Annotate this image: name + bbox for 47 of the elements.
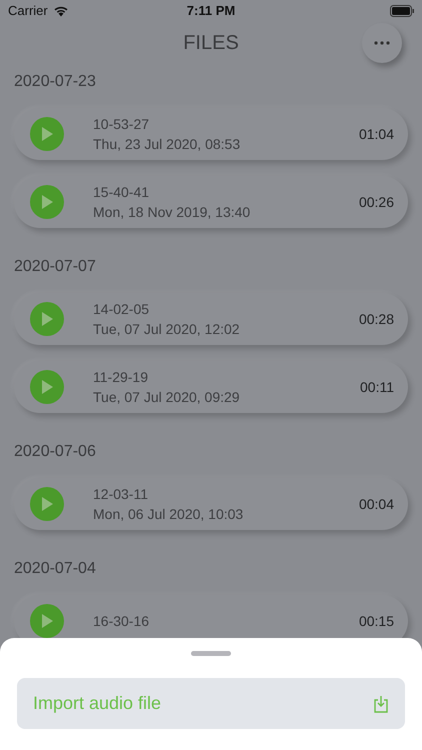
battery-icon: [390, 5, 414, 17]
carrier-label: Carrier: [8, 2, 48, 20]
more-icon: [374, 41, 390, 45]
play-button[interactable]: [30, 302, 64, 336]
recording-card[interactable]: 15-40-41 Mon, 18 Nov 2019, 13:40 00:26: [14, 176, 408, 228]
recording-duration: 00:26: [358, 192, 394, 212]
recording-name: 14-02-05: [93, 300, 150, 319]
recording-name: 12-03-11: [93, 485, 150, 504]
play-icon: [41, 312, 53, 326]
section-date: 2020-07-04: [13, 559, 97, 579]
play-icon: [41, 380, 53, 394]
recording-card[interactable]: 12-03-11 Mon, 06 Jul 2020, 10:03 00:04: [14, 478, 408, 530]
play-button[interactable]: [30, 604, 64, 638]
more-button[interactable]: [362, 23, 402, 63]
sheet-handle[interactable]: [191, 651, 231, 656]
play-button[interactable]: [30, 117, 64, 151]
section-date: 2020-07-23: [13, 72, 97, 92]
recording-duration: 00:11: [360, 378, 394, 396]
page-title: FILES: [183, 31, 239, 56]
status-time: 7:11 PM: [186, 2, 236, 20]
recording-name: 11-29-19: [93, 368, 150, 387]
recording-date: Mon, 06 Jul 2020, 10:03: [93, 505, 244, 524]
recording-date: Tue, 07 Jul 2020, 12:02: [93, 320, 240, 339]
play-button[interactable]: [30, 185, 64, 219]
recording-duration: 00:04: [358, 494, 394, 514]
wifi-icon: [52, 5, 69, 17]
recording-date: Tue, 07 Jul 2020, 09:29: [93, 388, 240, 407]
play-icon: [41, 195, 53, 209]
recording-duration: 00:28: [358, 310, 394, 328]
recording-card[interactable]: 11-29-19 Tue, 07 Jul 2020, 09:29 00:11: [14, 361, 408, 413]
import-icon: [373, 694, 389, 712]
play-button[interactable]: [30, 370, 64, 404]
play-button[interactable]: [30, 487, 64, 521]
play-icon: [41, 614, 53, 628]
section-date: 2020-07-07: [13, 257, 97, 277]
recording-name: 10-53-27: [93, 115, 150, 134]
recording-name: 15-40-41: [93, 183, 150, 202]
recording-card[interactable]: 10-53-27 Thu, 23 Jul 2020, 08:53 01:04: [14, 108, 408, 160]
recording-date: Thu, 23 Jul 2020, 08:53: [93, 135, 240, 154]
play-icon: [41, 127, 53, 141]
recording-date: Mon, 18 Nov 2019, 13:40: [93, 203, 250, 222]
recording-card[interactable]: 14-02-05 Tue, 07 Jul 2020, 12:02 00:28: [14, 293, 408, 345]
recording-duration: 01:04: [358, 124, 394, 144]
recording-duration: 00:15: [358, 612, 394, 630]
play-icon: [41, 497, 53, 511]
section-date: 2020-07-06: [13, 442, 97, 462]
recording-name: 16-30-16: [93, 612, 150, 631]
